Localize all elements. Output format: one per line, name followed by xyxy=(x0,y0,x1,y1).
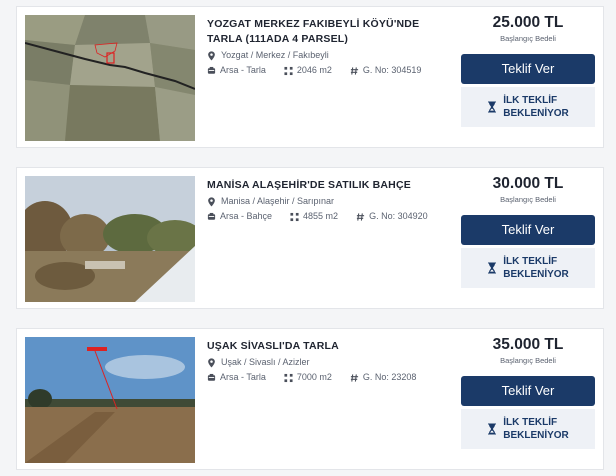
listing-number-icon xyxy=(350,66,359,76)
location-pin-icon xyxy=(207,197,216,207)
hourglass-icon xyxy=(487,262,497,274)
offer-status-text: İLK TEKLİF BEKLENİYOR xyxy=(503,95,569,119)
property-type: Arsa - Tarla xyxy=(220,65,266,75)
listing-info: UŞAK SİVASLI'DA TARLA Uşak / Sivaslı / A… xyxy=(207,339,457,384)
property-type-icon xyxy=(207,373,216,383)
listing-location: Uşak / Sivaslı / Azizler xyxy=(207,356,457,369)
orchard-photo-image xyxy=(25,176,195,302)
listing-meta: Arsa - Tarla 2046 m2 G. No: 304519 xyxy=(207,64,457,77)
listing-title[interactable]: YOZGAT MERKEZ FAKIBEYLİ KÖYÜ'NDE TARLA (… xyxy=(207,17,457,47)
price-label: Başlangıç Bedeli xyxy=(500,195,556,204)
listing-number: G. No: 304920 xyxy=(369,211,428,221)
listing-title[interactable]: UŞAK SİVASLI'DA TARLA xyxy=(207,339,457,354)
listing-info: YOZGAT MERKEZ FAKIBEYLİ KÖYÜ'NDE TARLA (… xyxy=(207,17,457,77)
location-pin-icon xyxy=(207,51,216,61)
price-box: 30.000 TL Başlangıç Bedeli Teklif Ver İL… xyxy=(461,174,595,288)
listing-number-icon xyxy=(356,212,365,222)
property-area: 2046 m2 xyxy=(296,65,332,75)
listing-location: Yozgat / Merkez / Fakıbeyli xyxy=(207,49,457,62)
location-text: Yozgat / Merkez / Fakıbeyli xyxy=(221,50,329,60)
property-type: Arsa - Tarla xyxy=(220,372,266,382)
listing-title[interactable]: MANİSA ALAŞEHİR'DE SATILIK BAHÇE xyxy=(207,178,457,193)
listing-thumbnail[interactable] xyxy=(25,337,195,463)
area-icon xyxy=(290,212,299,222)
listing-price: 35.000 TL xyxy=(492,336,564,353)
property-area: 4855 m2 xyxy=(303,211,339,221)
price-box: 35.000 TL Başlangıç Bedeli Teklif Ver İL… xyxy=(461,335,595,449)
listing-number-icon xyxy=(350,373,359,383)
property-type-icon xyxy=(207,212,216,222)
make-offer-button[interactable]: Teklif Ver xyxy=(461,376,595,406)
listing-price: 30.000 TL xyxy=(492,175,564,192)
aerial-map-image xyxy=(25,15,195,141)
property-type: Arsa - Bahçe xyxy=(220,211,273,221)
listing-price: 25.000 TL xyxy=(492,14,564,31)
awaiting-first-offer-badge: İLK TEKLİF BEKLENİYOR xyxy=(461,409,595,449)
make-offer-button[interactable]: Teklif Ver xyxy=(461,54,595,84)
hourglass-icon xyxy=(487,423,497,435)
listing-thumbnail[interactable] xyxy=(25,176,195,302)
location-text: Uşak / Sivaslı / Azizler xyxy=(221,357,310,367)
area-icon xyxy=(284,373,293,383)
price-label: Başlangıç Bedeli xyxy=(500,356,556,365)
listing-card[interactable]: UŞAK SİVASLI'DA TARLA Uşak / Sivaslı / A… xyxy=(16,328,604,470)
offer-status-text: İLK TEKLİF BEKLENİYOR xyxy=(503,256,569,280)
listing-number: G. No: 23208 xyxy=(362,372,417,382)
listing-list: YOZGAT MERKEZ FAKIBEYLİ KÖYÜ'NDE TARLA (… xyxy=(0,0,616,476)
listing-number: G. No: 304519 xyxy=(362,65,422,75)
location-text: Manisa / Alaşehir / Sarıpınar xyxy=(221,196,335,206)
property-area: 7000 m2 xyxy=(296,372,332,382)
awaiting-first-offer-badge: İLK TEKLİF BEKLENİYOR xyxy=(461,87,595,127)
field-photo-image xyxy=(25,337,195,463)
listing-meta: Arsa - Tarla 7000 m2 G. No: 23208 xyxy=(207,371,457,384)
listing-card[interactable]: MANİSA ALAŞEHİR'DE SATILIK BAHÇE Manisa … xyxy=(16,167,604,309)
listing-info: MANİSA ALAŞEHİR'DE SATILIK BAHÇE Manisa … xyxy=(207,178,457,223)
hourglass-icon xyxy=(487,101,497,113)
listing-thumbnail[interactable] xyxy=(25,15,195,141)
property-type-icon xyxy=(207,66,216,76)
area-icon xyxy=(284,66,293,76)
listing-meta: Arsa - Bahçe 4855 m2 G. No: 304920 xyxy=(207,210,457,223)
awaiting-first-offer-badge: İLK TEKLİF BEKLENİYOR xyxy=(461,248,595,288)
listing-card[interactable]: YOZGAT MERKEZ FAKIBEYLİ KÖYÜ'NDE TARLA (… xyxy=(16,6,604,148)
price-box: 25.000 TL Başlangıç Bedeli Teklif Ver İL… xyxy=(461,13,595,127)
offer-status-text: İLK TEKLİF BEKLENİYOR xyxy=(503,417,569,441)
make-offer-button[interactable]: Teklif Ver xyxy=(461,215,595,245)
price-label: Başlangıç Bedeli xyxy=(500,34,556,43)
listing-location: Manisa / Alaşehir / Sarıpınar xyxy=(207,195,457,208)
location-pin-icon xyxy=(207,358,216,368)
